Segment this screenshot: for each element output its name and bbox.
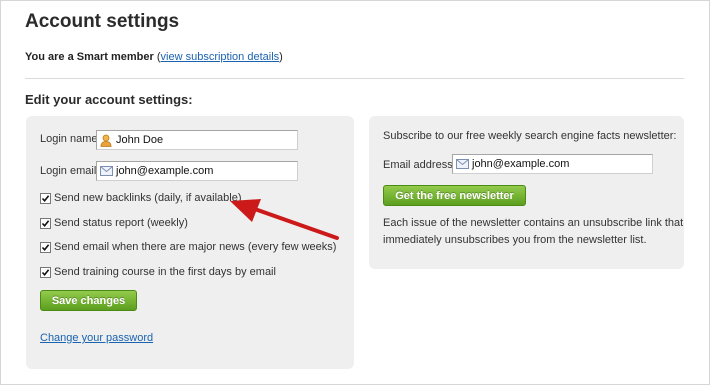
- checkbox-training-course[interactable]: [40, 266, 51, 278]
- checkbox-major-news[interactable]: [40, 241, 51, 253]
- divider: [25, 78, 684, 79]
- login-email-input[interactable]: john@example.com: [96, 161, 298, 181]
- newsletter-intro: Subscribe to our free weekly search engi…: [383, 130, 677, 142]
- checkbox-status-report[interactable]: [40, 217, 51, 229]
- close-paren: ): [279, 51, 283, 63]
- envelope-icon: [453, 159, 471, 169]
- newsletter-email-input[interactable]: john@example.com: [452, 154, 653, 174]
- login-name-input[interactable]: John Doe: [96, 130, 298, 150]
- checkbox-row-training-course[interactable]: Send training course in the first days b…: [40, 266, 276, 278]
- checkbox-label: Send email when there are major news (ev…: [54, 241, 337, 253]
- newsletter-note-line-2: immediately unsubscribes you from the ne…: [383, 234, 647, 246]
- checkbox-backlinks[interactable]: [40, 192, 51, 204]
- membership-line: You are a Smart member (view subscriptio…: [25, 51, 283, 63]
- envelope-icon: [97, 166, 115, 176]
- get-newsletter-button[interactable]: Get the free newsletter: [383, 185, 526, 206]
- change-password-link[interactable]: Change your password: [40, 332, 153, 344]
- checkbox-row-status-report[interactable]: Send status report (weekly): [40, 217, 188, 229]
- newsletter-email-label: Email address:: [383, 159, 456, 171]
- checkbox-label: Send training course in the first days b…: [54, 266, 276, 278]
- login-name-label: Login name:: [40, 133, 101, 145]
- newsletter-panel: Subscribe to our free weekly search engi…: [369, 116, 684, 269]
- newsletter-note-line-1: Each issue of the newsletter contains an…: [383, 217, 684, 229]
- newsletter-email-value: john@example.com: [472, 158, 570, 170]
- checkbox-label: Send new backlinks (daily, if available): [54, 192, 242, 204]
- login-email-value: john@example.com: [116, 165, 214, 177]
- checkbox-label: Send status report (weekly): [54, 217, 188, 229]
- checkbox-row-major-news[interactable]: Send email when there are major news (ev…: [40, 241, 336, 253]
- login-name-value: John Doe: [116, 134, 164, 146]
- account-settings-panel: Login name: John Doe Login email: john@e…: [26, 116, 354, 369]
- login-email-label: Login email:: [40, 165, 100, 177]
- save-changes-button[interactable]: Save changes: [40, 290, 137, 311]
- checkbox-row-backlinks[interactable]: Send new backlinks (daily, if available): [40, 192, 242, 204]
- view-subscription-link[interactable]: view subscription details: [161, 51, 280, 63]
- user-icon: [97, 134, 115, 147]
- membership-text: You are a Smart member: [25, 51, 154, 63]
- page-title: Account settings: [25, 11, 180, 32]
- red-arrow-icon: [230, 199, 339, 240]
- section-title: Edit your account settings:: [25, 92, 193, 107]
